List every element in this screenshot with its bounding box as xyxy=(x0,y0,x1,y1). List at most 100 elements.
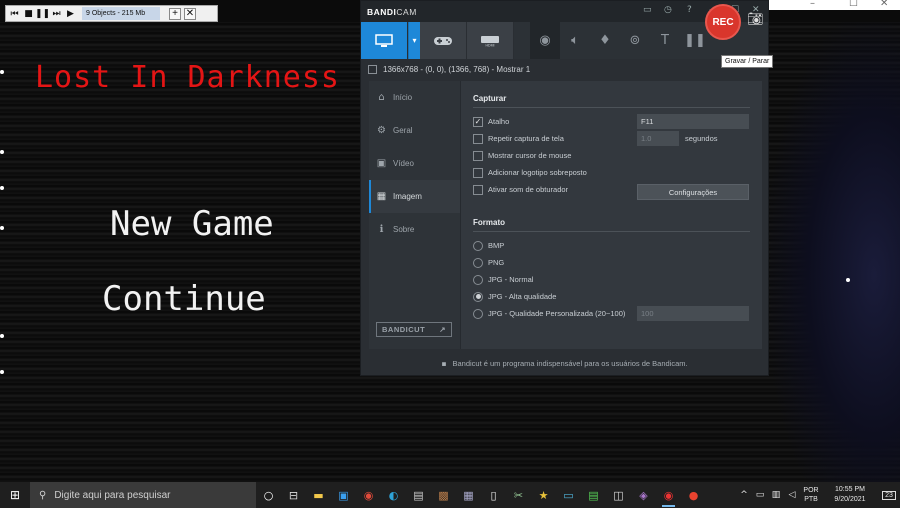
footer: ▪ Bandicut é um programa indispensável p… xyxy=(361,351,768,375)
bandicam-taskbar-icon[interactable]: ◉ xyxy=(656,482,681,508)
hotkey-field[interactable]: F11 xyxy=(637,114,749,129)
photos-icon[interactable]: ▤ xyxy=(406,482,431,508)
sidebar-item-imagem[interactable]: ▦ Imagem xyxy=(369,180,460,213)
format-option[interactable]: JPG - Qualidade Personalizada (20~100) 1… xyxy=(473,305,750,322)
settings-button[interactable]: Configurações xyxy=(637,184,749,200)
hdmi-mode-button[interactable]: HDMI xyxy=(467,22,514,59)
store-icon[interactable]: ▣ xyxy=(331,482,356,508)
add-button[interactable]: + xyxy=(169,7,181,20)
radio-jpg-high[interactable] xyxy=(473,291,483,302)
help-icon[interactable]: ? xyxy=(687,5,692,15)
previous-icon[interactable]: ⏮ xyxy=(9,8,20,19)
screen-mode-button[interactable] xyxy=(361,22,408,59)
gamepad-icon xyxy=(434,36,452,45)
taskbar-search[interactable]: ⚲ Digite aqui para pesquisar xyxy=(30,482,256,508)
seconds-label: segundos xyxy=(685,134,718,143)
notification-center[interactable]: 23 xyxy=(878,490,900,500)
radio-jpg-custom[interactable] xyxy=(473,308,483,319)
sidebar-item-sobre[interactable]: ℹ Sobre xyxy=(369,213,460,246)
app-icon[interactable]: ● xyxy=(681,482,706,508)
menu-new-game[interactable]: New Game xyxy=(110,204,274,244)
minecraft-icon[interactable]: ▩ xyxy=(431,482,456,508)
chrome-icon[interactable]: ◉ xyxy=(356,482,381,508)
area-checkbox[interactable] xyxy=(368,64,377,74)
sidebar-item-label: Vídeo xyxy=(393,159,414,168)
menu-continue[interactable]: Continue xyxy=(102,279,266,319)
battery-icon[interactable]: ▭ xyxy=(752,490,768,500)
repeat-checkbox[interactable] xyxy=(473,133,483,144)
game-mode-button[interactable] xyxy=(420,22,467,59)
rec-button[interactable]: REC xyxy=(705,4,741,40)
minimize-icon[interactable]: – xyxy=(810,0,815,9)
app-icon[interactable]: ✂ xyxy=(506,482,531,508)
home-icon: ⌂ xyxy=(378,92,385,103)
repeat-seconds-field[interactable]: 1.0 xyxy=(637,131,679,146)
format-option[interactable]: BMP xyxy=(473,237,750,254)
widgets-icon[interactable]: ⊟ xyxy=(281,482,306,508)
sidebar-item-geral[interactable]: ⚙ Geral xyxy=(369,114,460,147)
play-icon[interactable]: ▶ xyxy=(65,8,76,19)
terminal-icon[interactable]: ▤ xyxy=(581,482,606,508)
file-explorer-icon[interactable]: ▬ xyxy=(306,482,331,508)
format-option[interactable]: JPG - Alta qualidade xyxy=(473,288,750,305)
rec-tooltip: Gravar / Parar xyxy=(721,55,774,68)
bandicam-logo: BANDICAM xyxy=(367,6,417,17)
clock-icon[interactable]: ◷ xyxy=(664,5,672,15)
text-icon[interactable]: T xyxy=(650,22,680,59)
format-label: JPG - Qualidade Personalizada (20~100) xyxy=(488,309,626,318)
star-icon[interactable]: ★ xyxy=(531,482,556,508)
chevron-down-icon[interactable]: ▾ xyxy=(408,22,420,59)
logo-checkbox[interactable] xyxy=(473,167,483,178)
chevron-up-icon[interactable]: ^ xyxy=(736,490,752,500)
app-icon[interactable]: ▭ xyxy=(556,482,581,508)
system-tray: ^ ▭ ▥ ◁ POR PTB 10:55 PM 9/20/2021 23 xyxy=(736,482,900,508)
bandicut-label: BANDICUT xyxy=(382,325,426,334)
format-label: PNG xyxy=(488,258,505,267)
camera-icon[interactable]: 📷︎ xyxy=(747,12,764,27)
language-indicator[interactable]: POR PTB xyxy=(800,486,822,504)
sidebar-item-label: Geral xyxy=(393,126,413,135)
quality-field[interactable]: 100 xyxy=(637,306,749,321)
network-icon[interactable]: ▥ xyxy=(768,490,784,500)
task-view-icon[interactable]: ○ xyxy=(256,482,281,508)
close-icon[interactable]: ✕ xyxy=(880,0,888,9)
webcam-icon[interactable]: ◉ xyxy=(530,22,560,59)
hotkey-checkbox[interactable]: ✓ xyxy=(473,116,483,127)
cursor-checkbox[interactable] xyxy=(473,150,483,161)
radio-png[interactable] xyxy=(473,257,483,268)
cursor-label: Mostrar cursor de mouse xyxy=(488,151,572,160)
edge-dot xyxy=(0,150,4,154)
close-button[interactable]: ✕ xyxy=(184,7,196,20)
edge-icon[interactable]: ◐ xyxy=(381,482,406,508)
clock[interactable]: 10:55 PM 9/20/2021 xyxy=(822,485,878,505)
footer-text[interactable]: Bandicut é um programa indispensável par… xyxy=(452,359,687,368)
folder-icon[interactable]: ▭ xyxy=(643,5,652,15)
format-option[interactable]: PNG xyxy=(473,254,750,271)
stop-icon[interactable]: ■ xyxy=(23,8,34,19)
language-code: POR xyxy=(803,487,819,494)
speaker-icon[interactable]: 🔈︎ xyxy=(560,22,590,59)
volume-icon[interactable]: ◁ xyxy=(784,490,800,500)
radio-bmp[interactable] xyxy=(473,240,483,251)
maximize-icon[interactable]: ☐ xyxy=(849,0,858,9)
app-icon[interactable]: ◈ xyxy=(631,482,656,508)
windows-start-icon[interactable]: ⊞ xyxy=(0,482,30,508)
pause-icon[interactable]: ❚❚ xyxy=(35,8,50,19)
document-icon[interactable]: ▯ xyxy=(481,482,506,508)
app-icon[interactable]: ▦ xyxy=(456,482,481,508)
cursor-effect-icon[interactable]: ⊚ xyxy=(620,22,650,59)
star-dot xyxy=(846,278,850,282)
info-icon: ℹ xyxy=(379,224,384,235)
microphone-icon[interactable]: ♦ xyxy=(590,22,620,59)
next-icon[interactable]: ⏭ xyxy=(51,8,62,19)
sidebar-item-video[interactable]: ▣ Vídeo xyxy=(369,147,460,180)
format-option[interactable]: JPG - Normal xyxy=(473,271,750,288)
sidebar-item-label: Imagem xyxy=(393,192,422,201)
radio-jpg-normal[interactable] xyxy=(473,274,483,285)
format-label: JPG - Normal xyxy=(488,275,534,284)
sidebar-item-inicio[interactable]: ⌂ Início xyxy=(369,81,460,114)
app-icon[interactable]: ◫ xyxy=(606,482,631,508)
bandicut-button[interactable]: BANDICUT ↗ xyxy=(376,322,452,337)
shutter-checkbox[interactable] xyxy=(473,184,483,195)
background-window: – ☐ ✕ xyxy=(768,0,900,10)
